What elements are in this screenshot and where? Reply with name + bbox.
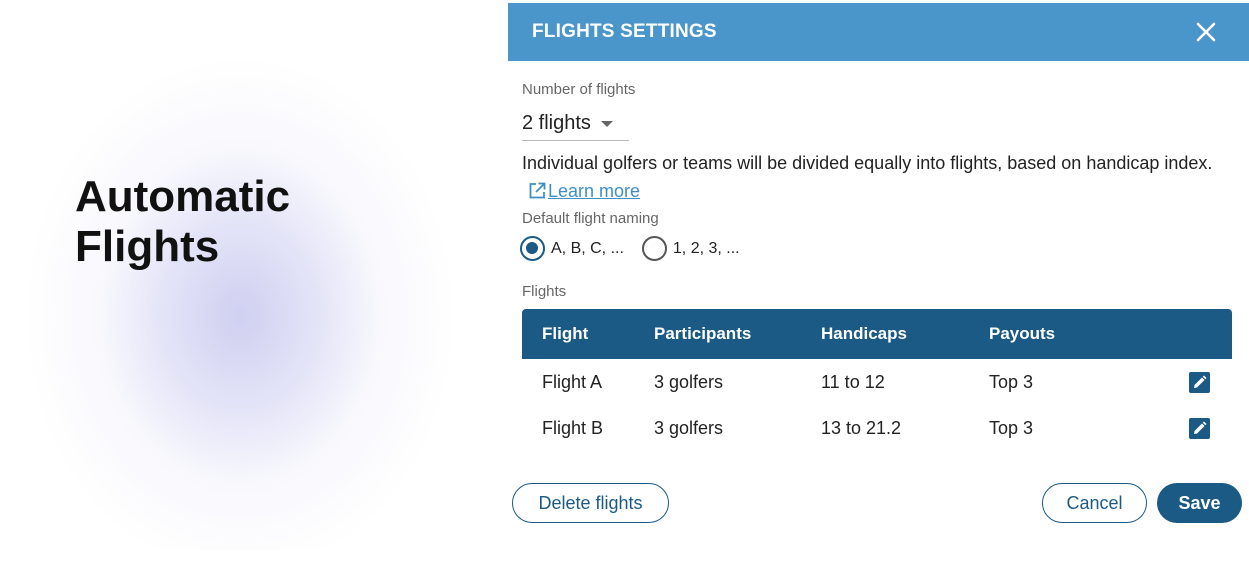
learn-more-link[interactable]: Learn more	[548, 181, 640, 201]
caret-down-icon	[600, 120, 613, 127]
radio-numbers[interactable]: 1, 2, 3, ...	[641, 236, 740, 261]
naming-radio-group: A, B, C, ... 1, 2, 3, ...	[520, 236, 758, 261]
number-of-flights-value: 2 flights	[522, 112, 591, 134]
cell-handicaps: 11 to 12	[821, 371, 885, 392]
number-of-flights-label: Number of flights	[522, 81, 636, 98]
pencil-icon[interactable]	[1189, 371, 1210, 393]
cell-handicaps: 13 to 21.2	[821, 417, 902, 438]
background-glow	[0, 30, 480, 550]
radio-button-checked[interactable]	[520, 236, 545, 261]
hero-title: Automatic Flights	[75, 172, 291, 271]
external-link-icon	[529, 182, 546, 199]
header-payouts: Payouts	[989, 324, 1056, 343]
description-text: Individual golfers or teams will be divi…	[522, 153, 1213, 173]
save-button[interactable]: Save	[1157, 483, 1242, 523]
flights-settings-dialog: FLIGHTS SETTINGS Number of flights 2 fli…	[508, 3, 1249, 571]
header-handicaps: Handicaps	[821, 324, 907, 343]
cell-payouts: Top 3	[989, 371, 1034, 392]
cell-participants: 3 golfers	[654, 371, 724, 392]
cell-flight: Flight B	[542, 417, 604, 438]
delete-flights-button[interactable]: Delete flights	[512, 483, 669, 523]
cell-participants: 3 golfers	[654, 417, 724, 438]
table-header: Flight Participants Handicaps Payouts	[522, 309, 1232, 359]
radio-letters-label: A, B, C, ...	[551, 239, 624, 257]
cell-payouts: Top 3	[989, 417, 1034, 438]
flights-section-label: Flights	[522, 283, 567, 300]
flights-table: Flight Participants Handicaps Payouts Fl…	[522, 309, 1232, 451]
close-icon[interactable]	[1195, 21, 1217, 43]
table-row: Flight B 3 golfers 13 to 21.2 Top 3	[522, 405, 1232, 451]
radio-letters[interactable]: A, B, C, ...	[520, 236, 624, 261]
table-row: Flight A 3 golfers 11 to 12 Top 3	[522, 359, 1232, 405]
number-of-flights-select[interactable]: 2 flights	[522, 107, 629, 141]
cancel-button[interactable]: Cancel	[1042, 483, 1147, 523]
dialog-title: FLIGHTS SETTINGS	[532, 21, 717, 42]
default-naming-label: Default flight naming	[522, 210, 659, 227]
dialog-header: FLIGHTS SETTINGS	[508, 3, 1249, 61]
flights-description: Individual golfers or teams will be divi…	[522, 149, 1234, 205]
header-participants: Participants	[654, 324, 752, 343]
cell-flight: Flight A	[542, 371, 603, 392]
radio-button-unchecked[interactable]	[641, 236, 667, 261]
header-flight: Flight	[542, 324, 589, 343]
radio-numbers-label: 1, 2, 3, ...	[672, 239, 740, 257]
pencil-icon[interactable]	[1189, 417, 1210, 439]
